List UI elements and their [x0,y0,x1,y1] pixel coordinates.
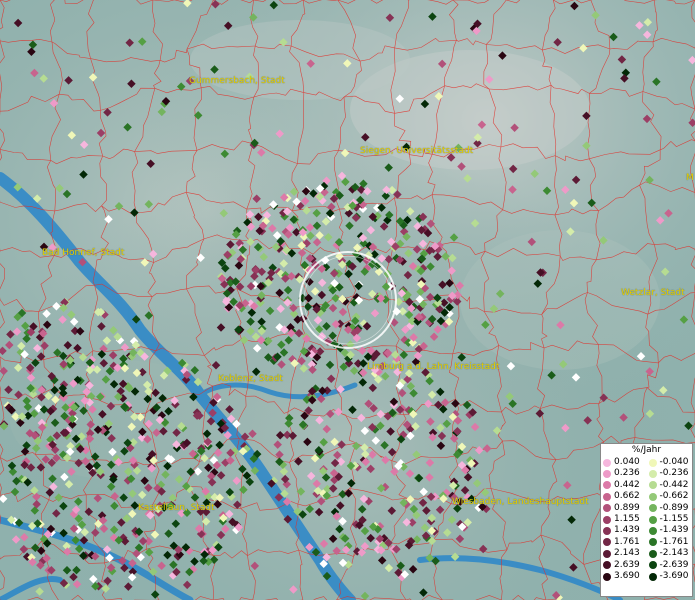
legend-row: 3.690 -3.690 [601,571,692,582]
legend-entry-negative: -0.662 [647,491,693,502]
legend-label: 0.040 [614,457,640,467]
legend-label: -0.899 [659,502,689,513]
legend-swatch [648,561,657,570]
city-label-koblenz: Koblenz, Stadt [218,374,283,384]
city-label-limburg: Limburg a.d. Lahn, Kreisstadt [367,362,500,372]
legend-row: 2.639 -2.639 [601,560,692,571]
legend-row: 1.155 -1.155 [601,514,692,525]
city-label-gummersbach: Gummersbach, Stadt [189,76,285,86]
legend-swatch [603,470,611,479]
legend-swatch [603,481,611,490]
legend-entry-negative: -1.439 [647,525,693,536]
legend-row: 2.143 -2.143 [601,548,692,559]
city-label-kastellaun: Kastellaun, Stadt [138,503,215,513]
legend-swatch [603,458,611,467]
legend-row: 0.899 -0.899 [601,503,692,514]
legend-entry-negative: -0.442 [647,480,693,491]
legend-swatch [648,515,657,524]
legend-row: 1.761 -1.761 [601,537,692,548]
legend-label: -1.155 [659,513,689,524]
legend-label: 0.662 [614,491,640,502]
legend-label: 1.761 [614,536,640,547]
legend-entry-positive: 0.442 [601,480,647,491]
city-label-bad-honnef: Bad Honnef, Stadt [42,248,125,258]
legend-entry-negative: -2.143 [647,548,693,559]
legend-swatch [648,549,657,558]
city-label-wetzlar: Wetzlar, Stadt [621,288,685,298]
legend-swatch [603,492,611,501]
legend-label: -1.439 [659,525,689,536]
legend-swatch [648,481,657,490]
legend-label: 0.236 [614,468,640,479]
legend-entry-positive: 0.040 [601,457,647,468]
legend-swatch [603,538,611,547]
legend-swatch [603,515,611,524]
legend-label: 2.143 [614,548,640,559]
map-canvas[interactable] [0,0,695,600]
legend-row: 0.040 -0.040 [601,457,692,468]
legend-label: 3.690 [614,570,640,581]
legend-entry-negative: -2.639 [647,560,693,571]
legend-swatch [603,572,611,581]
legend-entry-negative: -1.155 [647,514,693,525]
legend-label: 0.442 [614,479,640,490]
legend-label: 0.899 [614,502,640,513]
legend-row: 1.439 -1.439 [601,525,692,536]
legend-entry-positive: 0.899 [601,503,647,514]
legend-entry-positive: 0.662 [601,491,647,502]
map-view[interactable]: Gummersbach, Stadt Siegen, Universitätss… [0,0,695,600]
legend-rows: 0.040 -0.040 0.236 -0.236 0.442 -0.442 0.662 -0… [601,457,692,582]
legend-swatch [603,504,611,513]
legend-swatch [648,470,657,479]
city-label-wiesbaden: Wiesbaden, Landeshauptstadt [452,497,589,507]
legend-entry-positive: 1.155 [601,514,647,525]
legend-label: -0.662 [659,491,689,502]
legend-entry-positive: 1.761 [601,537,647,548]
legend-label: -0.236 [659,468,689,479]
legend-swatch [648,504,657,513]
legend-row: 0.442 -0.442 [601,480,692,491]
legend-label: 1.439 [614,525,640,536]
legend-label: -3.690 [659,570,689,581]
legend-entry-negative: -0.040 [647,457,693,468]
legend-entry-negative: -1.761 [647,537,693,548]
legend-swatch [603,561,611,570]
legend-label: 1.155 [614,513,640,524]
legend-swatch [648,538,657,547]
city-label-edge: M [686,173,694,183]
legend-title: %/Jahr [631,445,662,455]
legend-entry-positive: 2.143 [601,548,647,559]
legend-entry-positive: 1.439 [601,525,647,536]
city-label-siegen: Siegen, Universitätsstadt [360,146,474,156]
legend-row: 0.662 -0.662 [601,491,692,502]
legend-label: -0.442 [659,479,689,490]
legend-label: -2.143 [659,548,689,559]
legend-entry-negative: -0.236 [647,468,693,479]
legend-swatch [648,527,657,536]
legend-entry-negative: -0.899 [647,503,693,514]
legend-label: 2.639 [614,559,640,570]
legend-label: -0.040 [659,457,689,467]
legend-swatch [648,458,657,467]
legend-entry-positive: 2.639 [601,560,647,571]
legend-swatch [603,527,611,536]
legend-entry-positive: 3.690 [601,571,647,582]
legend-swatch [648,492,657,501]
legend-label: -1.761 [659,536,689,547]
legend-row: 0.236 -0.236 [601,468,692,479]
legend-swatch [603,549,611,558]
legend-entry-positive: 0.236 [601,468,647,479]
legend-swatch [648,572,657,581]
legend-label: -2.639 [659,559,689,570]
legend-entry-negative: -3.690 [647,571,693,582]
legend: %/Jahr 0.040 -0.040 0.236 -0.236 0.442 -0.442… [600,443,693,597]
